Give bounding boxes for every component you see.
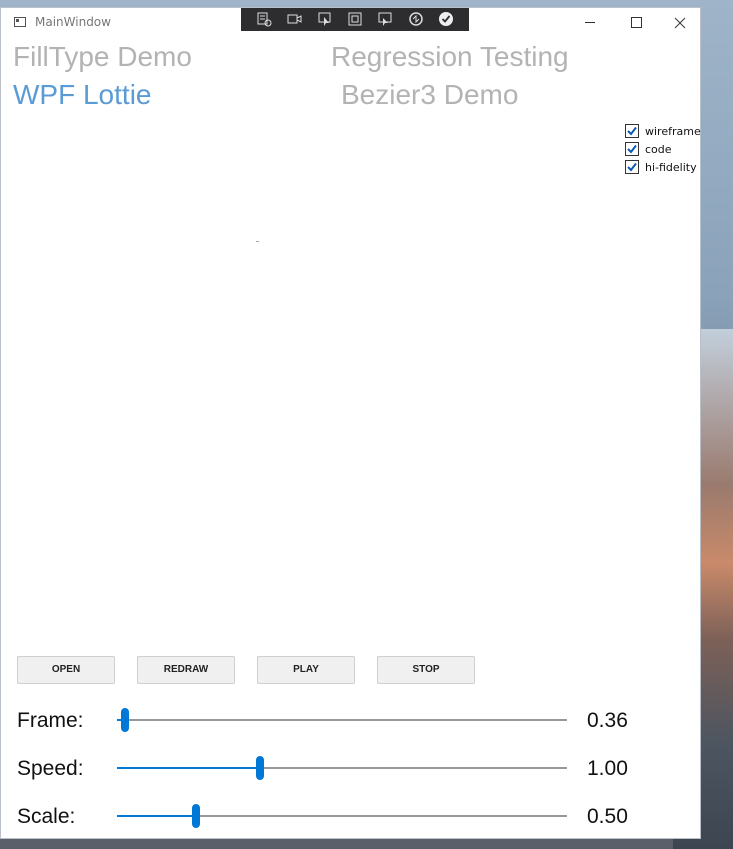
frame-slider[interactable] xyxy=(117,708,567,732)
open-button[interactable]: OPEN xyxy=(17,656,115,684)
speed-slider-row: Speed: 1.00 xyxy=(1,753,701,793)
speed-slider-fill xyxy=(117,767,261,769)
option-wireframe[interactable]: wireframe xyxy=(625,122,701,140)
scale-label: Scale: xyxy=(17,805,76,828)
scale-slider-row: Scale: 0.50 xyxy=(1,801,701,841)
code-checkbox[interactable] xyxy=(625,142,639,156)
select-element-icon[interactable] xyxy=(316,11,334,29)
xaml-debug-toolbar xyxy=(241,8,469,31)
minimize-button[interactable] xyxy=(567,8,613,38)
speed-slider-thumb[interactable] xyxy=(256,756,265,780)
live-visual-tree-icon[interactable] xyxy=(255,11,273,29)
option-code[interactable]: code xyxy=(625,140,701,158)
frame-slider-thumb[interactable] xyxy=(121,708,130,732)
title-bar: MainWindow xyxy=(1,8,700,38)
track-focused-element-icon[interactable] xyxy=(376,11,394,29)
scale-slider-fill xyxy=(117,815,197,817)
record-icon[interactable] xyxy=(285,11,303,29)
redraw-button[interactable]: REDRAW xyxy=(137,656,235,684)
display-layout-adorners-icon[interactable] xyxy=(346,11,364,29)
frame-slider-row: Frame: 0.36 xyxy=(1,705,701,745)
wireframe-checkbox[interactable] xyxy=(625,124,639,138)
hot-reload-status-icon[interactable] xyxy=(437,11,455,29)
maximize-button[interactable] xyxy=(613,8,659,38)
wireframe-label: wireframe xyxy=(645,124,701,138)
hi-fidelity-checkbox[interactable] xyxy=(625,160,639,174)
wpf-lottie-link[interactable]: WPF Lottie xyxy=(13,79,151,111)
play-button[interactable]: PLAY xyxy=(257,656,355,684)
close-button[interactable] xyxy=(657,8,703,38)
window-icon xyxy=(14,17,26,27)
speed-label: Speed: xyxy=(17,757,84,780)
scale-slider-thumb[interactable] xyxy=(192,804,201,828)
animation-canvas-mark xyxy=(256,241,259,242)
render-options: wireframe code hi-fidelity xyxy=(625,122,701,176)
regression-testing-link[interactable]: Regression Testing xyxy=(331,41,569,73)
hi-fidelity-label: hi-fidelity xyxy=(645,160,697,174)
hot-reload-icon[interactable] xyxy=(407,11,425,29)
bezier3-demo-link[interactable]: Bezier3 Demo xyxy=(341,79,518,111)
frame-label: Frame: xyxy=(17,709,84,732)
stop-button[interactable]: STOP xyxy=(377,656,475,684)
filltype-demo-link[interactable]: FillType Demo xyxy=(13,41,192,73)
window-title: MainWindow xyxy=(35,15,111,29)
speed-slider[interactable] xyxy=(117,756,567,780)
scale-slider[interactable] xyxy=(117,804,567,828)
main-window: MainWindow FillType Demo Regression Test… xyxy=(0,7,701,839)
scale-value: 0.50 xyxy=(587,805,628,828)
frame-value: 0.36 xyxy=(587,709,628,732)
code-label: code xyxy=(645,142,672,156)
speed-value: 1.00 xyxy=(587,757,628,780)
option-hi-fidelity[interactable]: hi-fidelity xyxy=(625,158,701,176)
